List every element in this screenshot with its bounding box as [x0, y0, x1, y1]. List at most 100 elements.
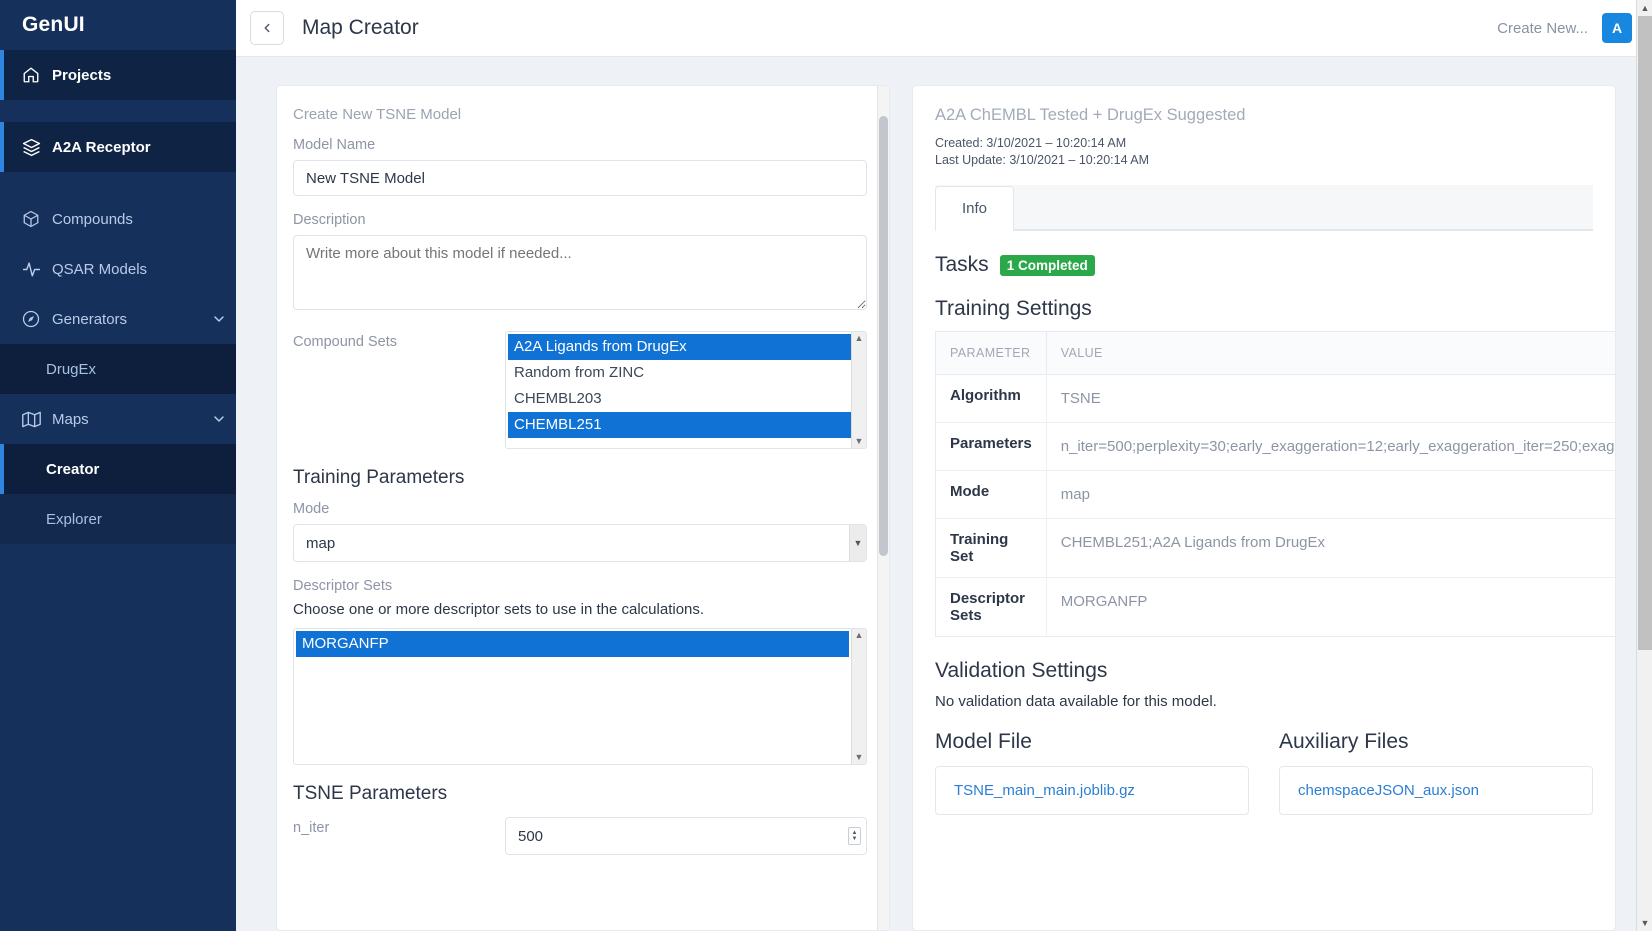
column-header-value: VALUE	[1046, 331, 1615, 375]
descriptor-sets-listbox[interactable]: MORGANFP ▲ ▼	[293, 628, 867, 765]
table-row: Training Set CHEMBL251;A2A Ligands from …	[935, 518, 1615, 578]
model-file-heading: Model File	[935, 730, 1032, 753]
compound-sets-listbox[interactable]: A2A Ligands from DrugEx Random from ZINC…	[505, 331, 867, 449]
home-icon	[22, 66, 52, 84]
descriptor-sets-scrollbar[interactable]: ▲ ▼	[851, 629, 866, 764]
list-item[interactable]: CHEMBL203	[508, 386, 866, 412]
chevron-up-icon[interactable]: ▲	[855, 334, 864, 343]
n-iter-input[interactable]	[505, 817, 867, 855]
sidebar-item-label: Projects	[52, 66, 112, 84]
auxiliary-files-heading: Auxiliary Files	[1279, 730, 1409, 753]
training-settings-table: PARAMETER VALUE Algorithm TSNE Parameter…	[935, 331, 1616, 637]
details-tabs: Info	[935, 185, 1593, 231]
table-row: Algorithm TSNE	[935, 374, 1615, 423]
sidebar-item-label: Explorer	[46, 510, 102, 528]
cell-parameter: Descriptor Sets	[935, 577, 1047, 637]
sidebar-item-label: QSAR Models	[52, 260, 148, 278]
scroll-down-icon[interactable]: ▼	[1637, 915, 1652, 931]
table-row: Mode map	[935, 470, 1615, 519]
model-details-card: A2A ChEMBL Tested + DrugEx Suggested Cre…	[912, 85, 1616, 931]
cell-value: map	[1046, 470, 1615, 519]
table-row: Descriptor Sets MORGANFP	[935, 577, 1616, 637]
list-item[interactable]: MORGANFP	[296, 631, 849, 657]
model-file-link[interactable]: TSNE_main_main.joblib.gz	[935, 766, 1249, 815]
stepper-down-icon[interactable]: ▼	[852, 836, 858, 842]
compound-sets-options: A2A Ligands from DrugEx Random from ZINC…	[506, 332, 866, 438]
cell-parameter: Parameters	[935, 422, 1047, 471]
chevron-left-icon	[260, 21, 274, 35]
form-panel-scroll-thumb[interactable]	[879, 116, 888, 556]
cell-parameter: Mode	[935, 470, 1047, 519]
chevron-up-icon[interactable]: ▲	[855, 631, 864, 640]
list-item[interactable]: CHEMBL251	[508, 412, 866, 438]
validation-settings-heading: Validation Settings	[935, 659, 1108, 682]
sidebar-item-a2a-receptor[interactable]: A2A Receptor	[0, 122, 236, 172]
descriptor-sets-options: MORGANFP	[294, 629, 866, 657]
sidebar-item-projects[interactable]: Projects	[0, 50, 236, 100]
form-panel-scrollbar[interactable]	[877, 86, 889, 930]
auxiliary-files-column: Auxiliary Files chemspaceJSON_aux.json	[1279, 730, 1593, 815]
n-iter-stepper[interactable]: ▲ ▼	[848, 827, 861, 845]
sidebar-item-generators[interactable]: Generators	[0, 294, 236, 344]
cell-parameter: Training Set	[935, 518, 1047, 578]
sidebar-item-label: Generators	[52, 310, 128, 328]
compass-icon	[22, 310, 52, 328]
mode-select[interactable]: map	[293, 524, 867, 562]
mode-field: Mode map ▼	[293, 501, 867, 562]
avatar[interactable]: A	[1602, 13, 1632, 43]
sidebar-item-explorer[interactable]: Explorer	[0, 494, 236, 544]
sidebar-item-maps[interactable]: Maps	[0, 394, 236, 444]
chevron-down-icon[interactable]	[202, 311, 236, 327]
sidebar-group: Compounds QSAR Models Generators	[0, 194, 236, 344]
chevron-down-icon[interactable]: ▼	[855, 753, 864, 762]
tsne-parameters-heading: TSNE Parameters	[293, 783, 448, 804]
model-file-column: Model File TSNE_main_main.joblib.gz	[935, 730, 1249, 815]
back-button[interactable]	[250, 11, 284, 45]
app-root: GenUI Projects A2A Receptor Compounds QS…	[0, 0, 1652, 931]
sidebar-item-creator[interactable]: Creator	[0, 444, 236, 494]
list-item[interactable]: Random from ZINC	[508, 360, 866, 386]
sidebar-item-label: DrugEx	[46, 360, 97, 378]
tasks-heading-row: Tasks 1 Completed	[935, 253, 1593, 277]
compound-sets-scrollbar[interactable]: ▲ ▼	[851, 332, 866, 448]
sidebar-divider-2	[0, 172, 236, 194]
mode-label: Mode	[293, 501, 330, 517]
sidebar-item-label: Compounds	[52, 210, 133, 228]
main-area: Map Creator Create New... A Create New T…	[236, 0, 1652, 931]
page-scroll-thumb[interactable]	[1638, 16, 1652, 650]
cube-icon	[22, 210, 52, 228]
sidebar-item-label: A2A Receptor	[52, 138, 151, 156]
list-item[interactable]: A2A Ligands from DrugEx	[508, 334, 866, 360]
page-scrollbar[interactable]: ▲ ▼	[1636, 0, 1652, 931]
description-textarea[interactable]	[293, 235, 867, 310]
descriptor-sets-field: Descriptor Sets Choose one or more descr…	[293, 578, 867, 765]
cell-parameter: Algorithm	[935, 374, 1047, 423]
updated-timestamp: Last Update: 3/10/2021 – 10:20:14 AM	[935, 153, 1150, 167]
column-header-parameter: PARAMETER	[935, 331, 1047, 375]
sidebar-divider-1	[0, 100, 236, 122]
page-title: Map Creator	[302, 16, 419, 39]
training-settings-heading: Training Settings	[935, 297, 1092, 320]
auxiliary-file-link[interactable]: chemspaceJSON_aux.json	[1279, 766, 1593, 815]
cell-value: n_iter=500;perplexity=30;early_exaggerat…	[1046, 422, 1615, 471]
cell-value: CHEMBL251;A2A Ligands from DrugEx	[1046, 518, 1615, 578]
tab-info[interactable]: Info	[935, 186, 1015, 231]
sidebar-item-compounds[interactable]: Compounds	[0, 194, 236, 244]
top-bar: Map Creator Create New... A	[236, 0, 1652, 57]
cell-value: MORGANFP	[1060, 593, 1148, 610]
scroll-up-icon[interactable]: ▲	[1637, 0, 1652, 16]
sidebar-item-qsar-models[interactable]: QSAR Models	[0, 244, 236, 294]
chevron-down-icon[interactable]: ▼	[855, 437, 864, 446]
tab-panel-info: Tasks 1 Completed Training Settings PARA…	[935, 231, 1615, 815]
create-new-button[interactable]: Create New...	[1497, 20, 1588, 37]
sidebar-item-drugex[interactable]: DrugEx	[0, 344, 236, 394]
chevron-down-icon[interactable]	[202, 411, 236, 427]
created-timestamp: Created: 3/10/2021 – 10:20:14 AM	[935, 136, 1127, 150]
cell-value: TSNE	[1046, 374, 1615, 423]
content-region: Create New TSNE Model Model Name Descrip…	[236, 57, 1652, 931]
n-iter-label: n_iter	[293, 820, 330, 836]
topbar-actions: Create New... A	[1497, 13, 1632, 43]
model-name-input[interactable]	[293, 160, 867, 196]
description-field: Description	[293, 212, 867, 315]
chevron-down-icon[interactable]: ▼	[849, 525, 866, 561]
